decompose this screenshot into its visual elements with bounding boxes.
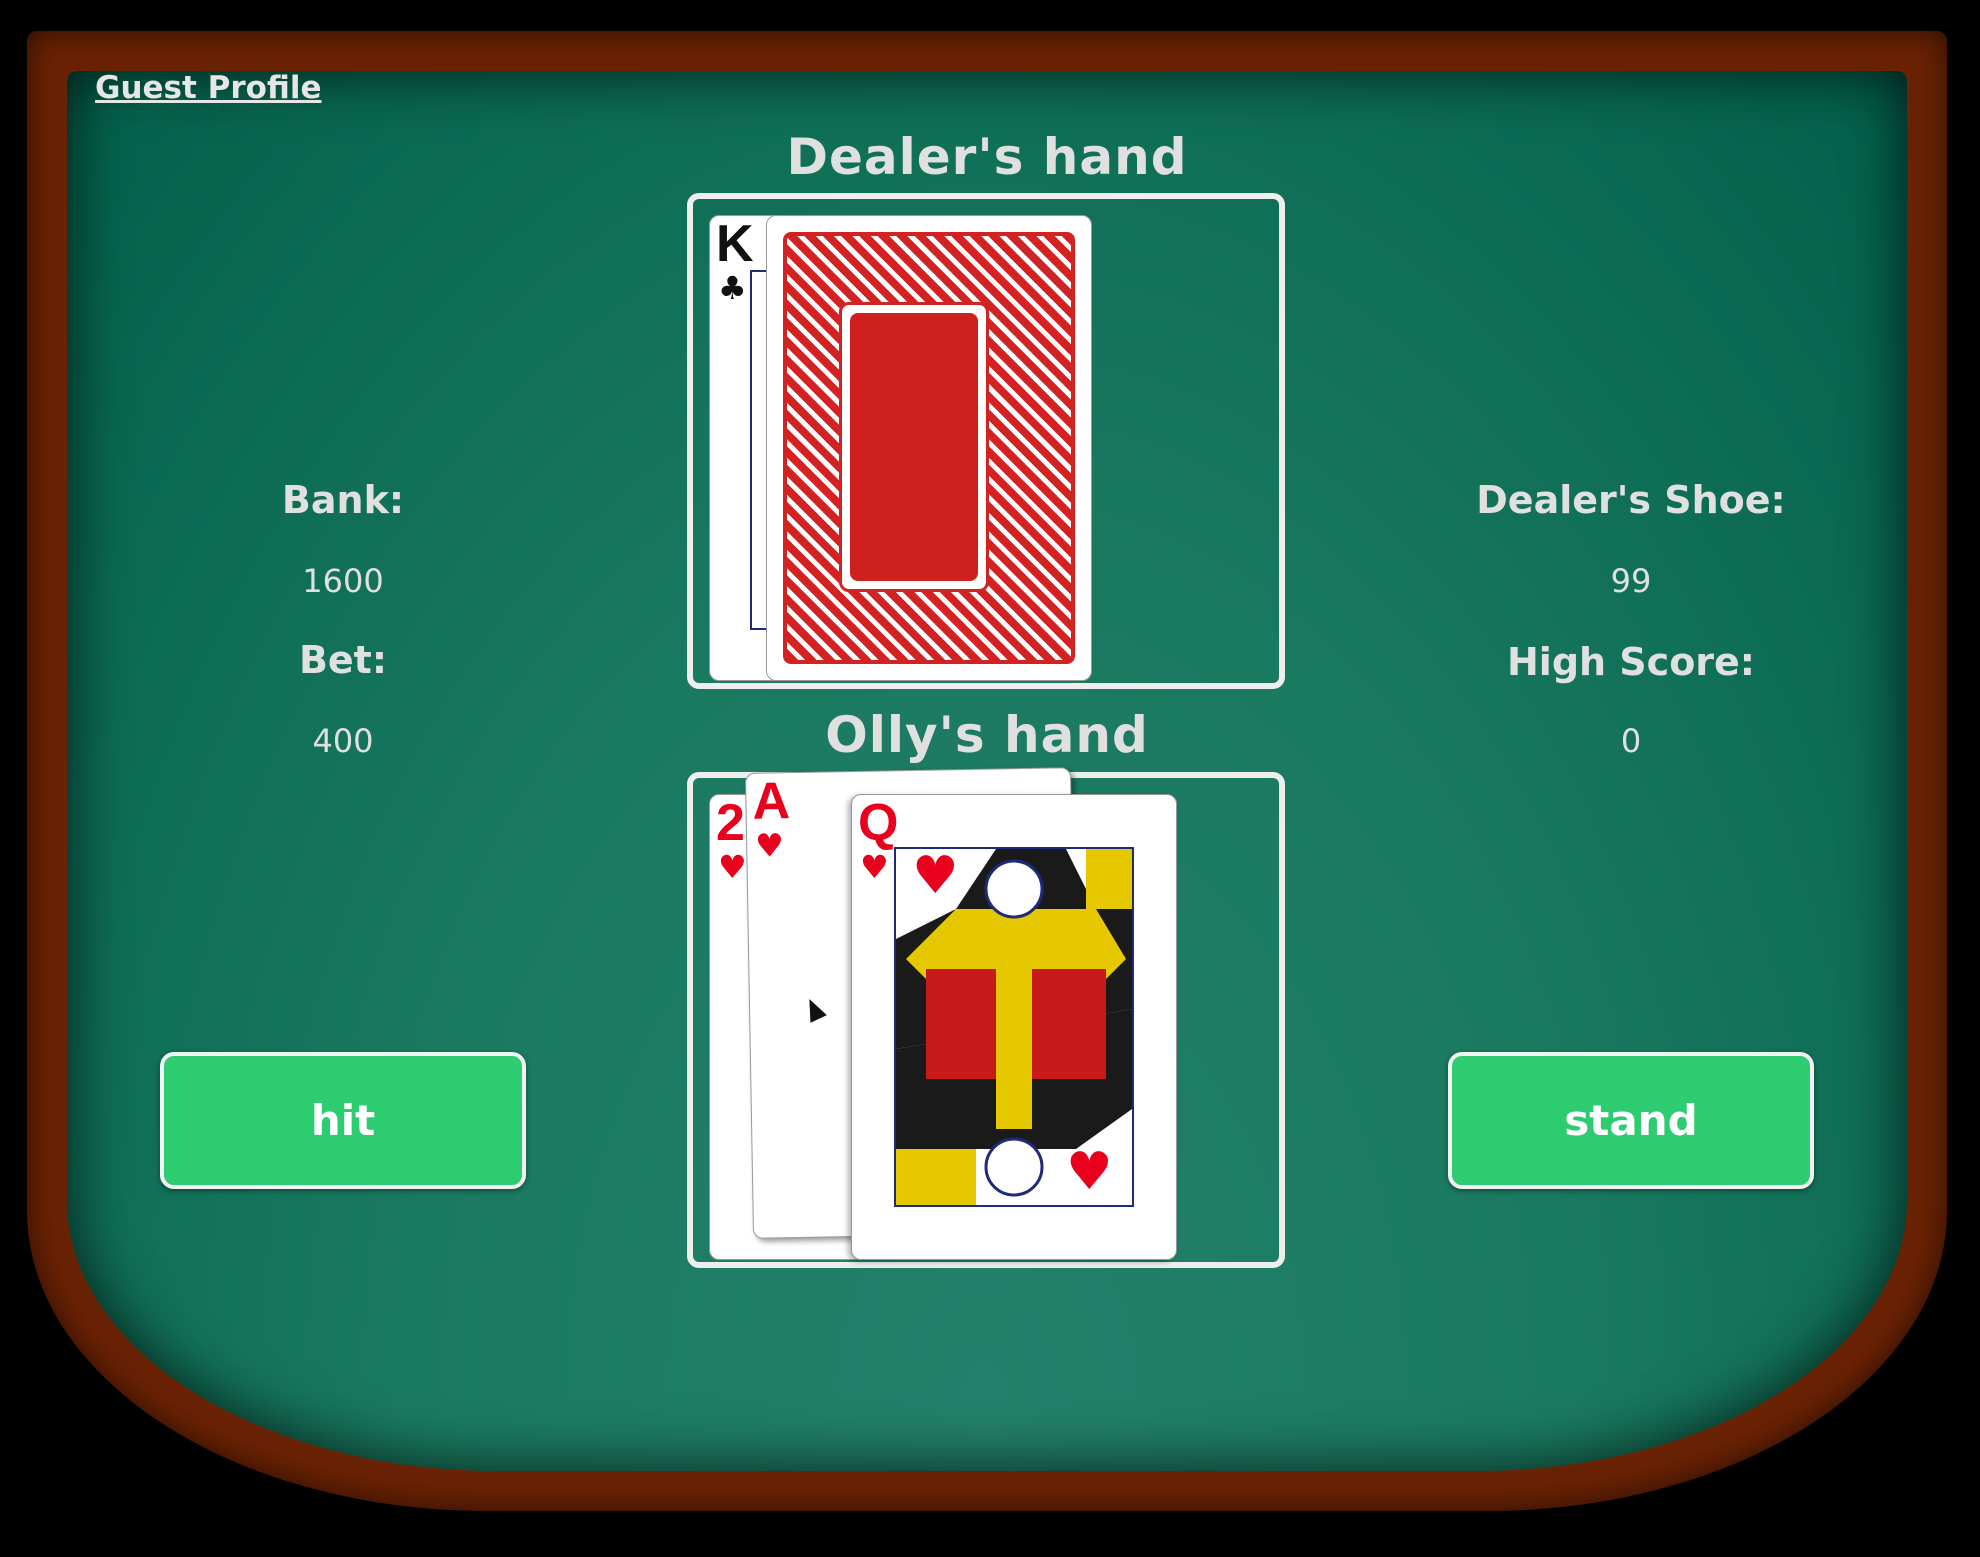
hit-button[interactable]: hit [160, 1052, 526, 1189]
heart-suit-icon: ♥ [754, 826, 785, 865]
bet-label: Bet: [298, 638, 388, 682]
card-back-center [839, 302, 989, 592]
card-rank: K [716, 215, 754, 273]
card-rank: 2 [716, 794, 745, 852]
player-hand-title: Olly's hand [825, 706, 1149, 764]
queen-icon: ♥ ♥ [896, 849, 1132, 1205]
player-hand-area: 2 ♥ A ♥ Q ♥ ♥ ♥ [687, 767, 1285, 1268]
dealer-hand-title: Dealer's hand [786, 128, 1188, 186]
dealer-card-2-back [766, 215, 1092, 681]
svg-text:♥: ♥ [912, 849, 959, 906]
card-rank: Q [858, 794, 899, 852]
heart-suit-icon: ♥ [860, 848, 889, 886]
svg-text:♥: ♥ [1066, 1142, 1113, 1202]
player-card-3: Q ♥ ♥ ♥ [851, 794, 1177, 1260]
queen-face-art: ♥ ♥ [894, 847, 1134, 1207]
bank-label: Bank: [281, 478, 405, 522]
card-rank: A [751, 772, 791, 831]
bank-value: 1600 [302, 562, 384, 600]
dealer-shoe-label: Dealer's Shoe: [1476, 478, 1786, 522]
high-score-label: High Score: [1506, 640, 1756, 684]
dealer-hand-area: K ♣ [687, 193, 1285, 689]
bet-value: 400 [312, 722, 374, 760]
heart-suit-icon: ♥ [718, 848, 747, 886]
dealer-shoe-value: 99 [1610, 562, 1652, 600]
high-score-value: 0 [1620, 722, 1642, 760]
guest-profile-link[interactable]: Guest Profile [95, 70, 322, 106]
stand-button[interactable]: stand [1448, 1052, 1814, 1189]
club-suit-icon: ♣ [718, 269, 747, 307]
